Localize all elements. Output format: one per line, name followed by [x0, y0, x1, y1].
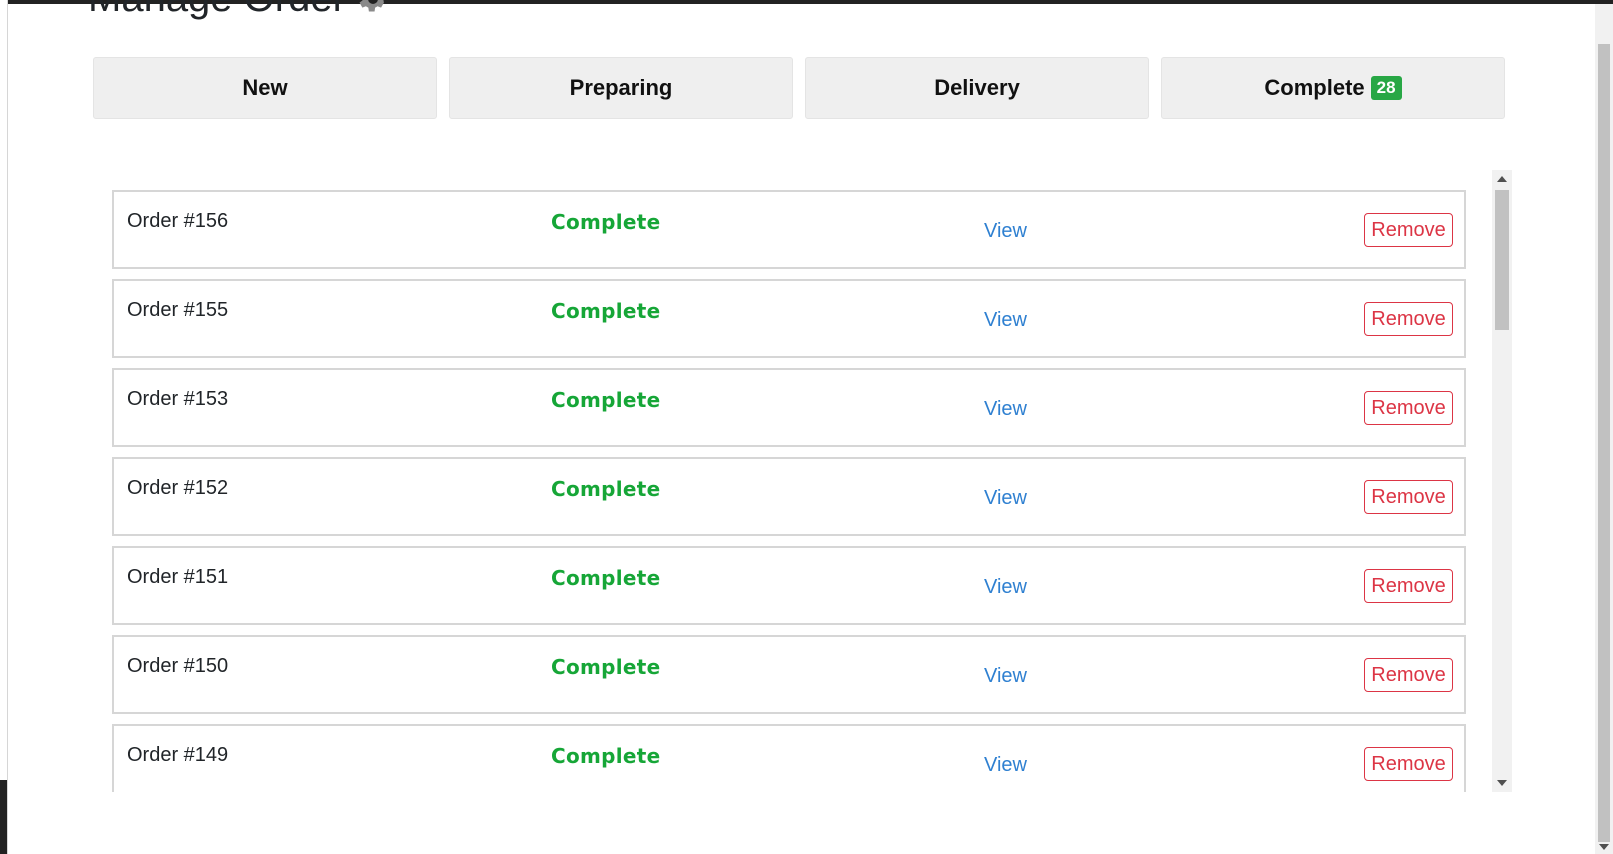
remove-order-button[interactable]: Remove [1364, 213, 1453, 247]
tab-preparing[interactable]: Preparing [449, 57, 793, 119]
order-row: Order #155 Complete View Remove [112, 279, 1466, 358]
order-list-scroll-thumb[interactable] [1495, 190, 1509, 330]
remove-order-button[interactable]: Remove [1364, 302, 1453, 336]
scroll-up-arrow-icon[interactable] [1497, 176, 1507, 182]
remove-order-button[interactable]: Remove [1364, 569, 1453, 603]
order-id: Order #156 [127, 210, 229, 232]
left-edge-dark [0, 780, 7, 854]
page-title: Manage Order [88, 0, 390, 21]
complete-count-badge: 28 [1370, 76, 1402, 100]
view-order-link[interactable]: View [984, 220, 1027, 243]
view-order-link[interactable]: View [984, 576, 1027, 599]
remove-order-button[interactable]: Remove [1364, 391, 1453, 425]
order-row: Order #151 Complete View Remove [112, 546, 1466, 625]
order-id: Order #149 [127, 744, 229, 766]
page-title-text: Manage Order [88, 0, 346, 21]
gear-icon [359, 0, 384, 11]
order-row: Order #156 Complete View Remove [112, 190, 1466, 269]
order-id: Order #150 [127, 655, 229, 677]
tab-new[interactable]: New [93, 57, 437, 119]
remove-order-button[interactable]: Remove [1364, 747, 1453, 781]
left-edge [0, 0, 8, 854]
order-row: Order #152 Complete View Remove [112, 457, 1466, 536]
order-status: Complete [551, 477, 661, 501]
order-id: Order #151 [127, 566, 229, 588]
page-scroll-down-arrow-icon[interactable] [1599, 844, 1609, 850]
order-status: Complete [551, 744, 661, 768]
page-scroll-thumb[interactable] [1598, 44, 1610, 842]
remove-order-button[interactable]: Remove [1364, 480, 1453, 514]
view-order-link[interactable]: View [984, 398, 1027, 421]
order-status: Complete [551, 210, 661, 234]
tab-complete-label: Complete [1264, 75, 1365, 100]
order-status: Complete [551, 655, 661, 679]
tab-complete[interactable]: Complete 28 [1161, 57, 1505, 119]
view-order-link[interactable]: View [984, 665, 1027, 688]
order-status: Complete [551, 566, 661, 590]
remove-order-button[interactable]: Remove [1364, 658, 1453, 692]
order-list-scrollbar[interactable] [1492, 170, 1512, 792]
scroll-down-arrow-icon[interactable] [1497, 780, 1507, 786]
page-scrollbar[interactable] [1595, 4, 1613, 854]
order-list[interactable]: Order #156 Complete View Remove Order #1… [112, 170, 1512, 792]
view-order-link[interactable]: View [984, 754, 1027, 777]
order-row: Order #153 Complete View Remove [112, 368, 1466, 447]
order-id: Order #152 [127, 477, 229, 499]
order-status: Complete [551, 299, 661, 323]
tab-new-label: New [242, 75, 288, 100]
tab-delivery[interactable]: Delivery [805, 57, 1149, 119]
order-id: Order #155 [127, 299, 229, 321]
order-status: Complete [551, 388, 661, 412]
view-order-link[interactable]: View [984, 487, 1027, 510]
order-row: Order #149 Complete View Remove [112, 724, 1466, 792]
tab-delivery-label: Delivery [934, 75, 1020, 100]
tab-preparing-label: Preparing [569, 75, 673, 100]
status-tabs: New Preparing Delivery Complete 28 [93, 57, 1505, 119]
order-row: Order #150 Complete View Remove [112, 635, 1466, 714]
view-order-link[interactable]: View [984, 309, 1027, 332]
order-id: Order #153 [127, 388, 229, 410]
